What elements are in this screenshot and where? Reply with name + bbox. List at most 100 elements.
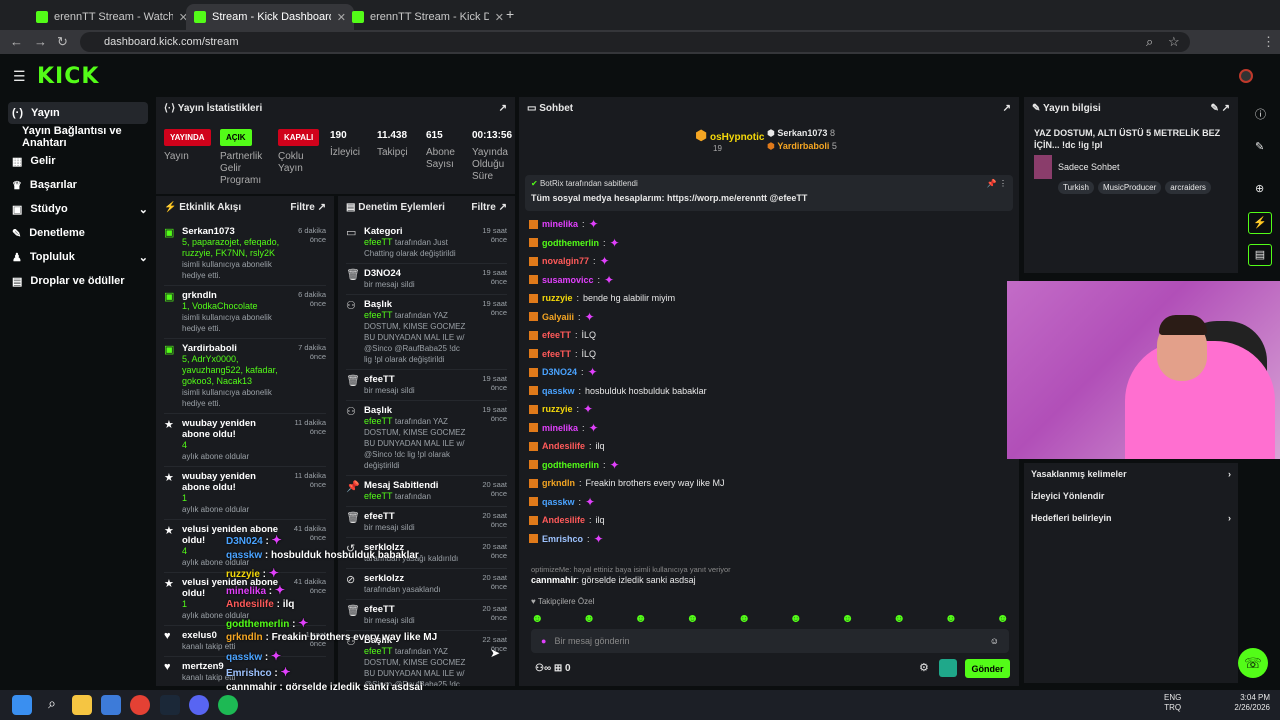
tag[interactable]: arcraiders <box>1165 181 1211 194</box>
moderation-title[interactable]: Mesaj Sabitlendi <box>364 480 438 491</box>
popout-icon[interactable]: ↗ <box>499 202 507 213</box>
emote-icon[interactable]: ☻ <box>996 611 1009 625</box>
activity-title[interactable]: wuubay yeniden abone oldu! <box>182 418 256 440</box>
emote-icon[interactable]: ☻ <box>841 611 854 625</box>
moderation-title[interactable]: Başlık <box>364 299 392 310</box>
chat-username[interactable]: efeeTT <box>542 330 571 340</box>
chat-username[interactable]: godthemerlin <box>542 238 599 248</box>
moderation-title[interactable]: Başlık <box>364 405 392 416</box>
goals-link[interactable]: Hedefleri belirleyin › <box>1024 507 1238 529</box>
close-icon[interactable]: ✕ <box>495 11 504 24</box>
chat-username[interactable]: D3NO24 <box>542 367 577 377</box>
chat-username[interactable]: susamovicc <box>542 275 594 285</box>
emote-icon[interactable]: ☻ <box>531 611 544 625</box>
search-icon[interactable]: ⌕ <box>1146 34 1153 50</box>
activity-title[interactable]: wuubay yeniden abone oldu! <box>182 471 256 493</box>
chat-username[interactable]: Galyaiii <box>542 312 574 322</box>
popout-icon[interactable]: ↗ <box>1222 103 1230 114</box>
avatar[interactable] <box>1239 69 1253 83</box>
chat-username[interactable]: godthemerlin <box>542 460 599 470</box>
chat-username[interactable]: qasskw <box>542 386 575 396</box>
edit-icon[interactable]: ✎ <box>1255 140 1264 153</box>
chat-username[interactable]: ruzzyie <box>542 404 573 414</box>
activity-title[interactable]: exelus0 <box>182 630 217 641</box>
clock[interactable]: 3:04 PM 2/26/2026 <box>1228 693 1270 713</box>
sidebar-item-yayin[interactable]: (·) Yayın <box>8 102 148 124</box>
windows-start-icon[interactable] <box>12 695 32 715</box>
activity-title[interactable]: mertzen9 <box>182 661 224 672</box>
raid-link[interactable]: İzleyici Yönlendir <box>1024 485 1238 507</box>
emote-icon[interactable]: ☻ <box>634 611 647 625</box>
emote-icon[interactable]: ☻ <box>583 611 596 625</box>
crosshair-icon[interactable]: ⊕ <box>1255 182 1264 195</box>
emote-icon[interactable]: ☻ <box>738 611 751 625</box>
sidebar-item-topluluk[interactable]: ♟ Topluluk ⌄ <box>8 246 148 268</box>
emote-icon[interactable]: ☻ <box>686 611 699 625</box>
edit-icon[interactable]: ✎ <box>1210 103 1218 114</box>
popout-icon[interactable]: ↗ <box>499 103 507 114</box>
moderation-title[interactable]: Kategori <box>364 226 403 237</box>
emote-icon[interactable]: ☻ <box>945 611 958 625</box>
back-icon[interactable]: ← <box>10 34 23 49</box>
filter-button[interactable]: Filtre <box>471 202 495 213</box>
activity-title[interactable]: Yardirbaboli <box>182 343 237 354</box>
chat-input[interactable]: ● Bir mesaj gönderin ☺ <box>531 629 1009 653</box>
emote-icon[interactable]: ☻ <box>893 611 906 625</box>
chrome-icon[interactable] <box>130 695 150 715</box>
chat-username[interactable]: efeeTT <box>542 349 571 359</box>
url-input[interactable]: dashboard.kick.com/stream <box>80 32 1190 52</box>
chat-username[interactable]: Emrishco <box>542 534 583 544</box>
new-tab-icon[interactable]: + <box>506 6 514 22</box>
moderation-title[interactable]: D3NO24 <box>364 268 401 279</box>
bolt-icon[interactable]: ⚡ <box>1248 212 1272 234</box>
file-explorer-icon[interactable] <box>72 695 92 715</box>
browser-tab-active[interactable]: Stream - Kick Dashboard ✕ <box>186 4 354 30</box>
star-icon[interactable]: ☆ <box>1168 34 1180 50</box>
spotify-icon[interactable] <box>218 695 238 715</box>
chat-username[interactable]: Andesilife <box>542 515 585 525</box>
forward-icon[interactable]: → <box>34 34 47 49</box>
emoji-icon[interactable]: ☺ <box>990 636 999 646</box>
search-icon[interactable]: ⌕ <box>42 695 62 715</box>
sidebar-item-studyo[interactable]: ▣ Stüdyo ⌄ <box>8 198 148 220</box>
browser-tab[interactable]: erennTT Stream - Watch Live o✕ <box>28 4 196 30</box>
chat-username[interactable]: minelika <box>542 423 578 433</box>
tag[interactable]: MusicProducer <box>1097 181 1162 194</box>
tag[interactable]: Turkish <box>1058 181 1094 194</box>
pin-icon[interactable]: 📌 ⋮ <box>987 179 1007 188</box>
moderation-title[interactable]: efeeTT <box>364 374 395 385</box>
sidebar-item-basarilar[interactable]: ♛ Başarılar <box>8 174 148 196</box>
points-icon[interactable]: ⚇∞ <box>535 663 551 674</box>
sidebar-item-droplar[interactable]: ▤ Droplar ve ödüller <box>8 270 148 292</box>
mod-tools-icon[interactable] <box>939 659 957 677</box>
settings-icon[interactable]: ⚙ <box>919 661 929 674</box>
pinned-message[interactable]: ✔ BotRix tarafından sabitlendi 📌 ⋮ Tüm so… <box>525 175 1013 211</box>
menu-dots-icon[interactable]: ⋮ <box>1262 34 1275 50</box>
browser-tab[interactable]: erennTT Stream - Kick Dashboa ✕ <box>344 4 512 30</box>
chat-username[interactable]: cannmahir <box>531 575 577 585</box>
popout-icon[interactable]: ↗ <box>318 202 326 213</box>
steam-icon[interactable] <box>160 695 180 715</box>
activity-title[interactable]: grkndln <box>182 290 217 301</box>
popout-icon[interactable]: ↗ <box>1003 103 1011 114</box>
banned-words-link[interactable]: Yasaklanmış kelimeler › <box>1024 463 1238 485</box>
chat-username[interactable]: ruzzyie <box>542 293 573 303</box>
document-icon[interactable]: ▤ <box>1248 244 1272 266</box>
info-icon[interactable]: ⓘ <box>1255 106 1266 122</box>
sidebar-item-denetleme[interactable]: ✎ Denetleme <box>8 222 148 244</box>
chat-username[interactable]: minelika <box>542 219 578 229</box>
help-icon[interactable]: ☏ <box>1238 648 1268 678</box>
discord-icon[interactable] <box>189 695 209 715</box>
emote-icon[interactable]: ☻ <box>790 611 803 625</box>
reload-icon[interactable]: ↻ <box>57 34 68 50</box>
store-icon[interactable] <box>101 695 121 715</box>
activity-title[interactable]: Serkan1073 <box>182 226 235 237</box>
sidebar-item-gelir[interactable]: ▦ Gelir <box>8 150 148 172</box>
chat-username[interactable]: novalgin77 <box>542 256 589 266</box>
sidebar-item-stream-key[interactable]: Yayın Bağlantısı ve Anahtarı <box>8 125 148 149</box>
gift-icon[interactable]: ⊞ <box>554 663 562 674</box>
filter-button[interactable]: Filtre <box>290 202 314 213</box>
chat-username[interactable]: qasskw <box>542 497 575 507</box>
kick-logo[interactable]: KICK <box>37 64 99 89</box>
hamburger-menu-icon[interactable]: ☰ <box>13 68 26 85</box>
